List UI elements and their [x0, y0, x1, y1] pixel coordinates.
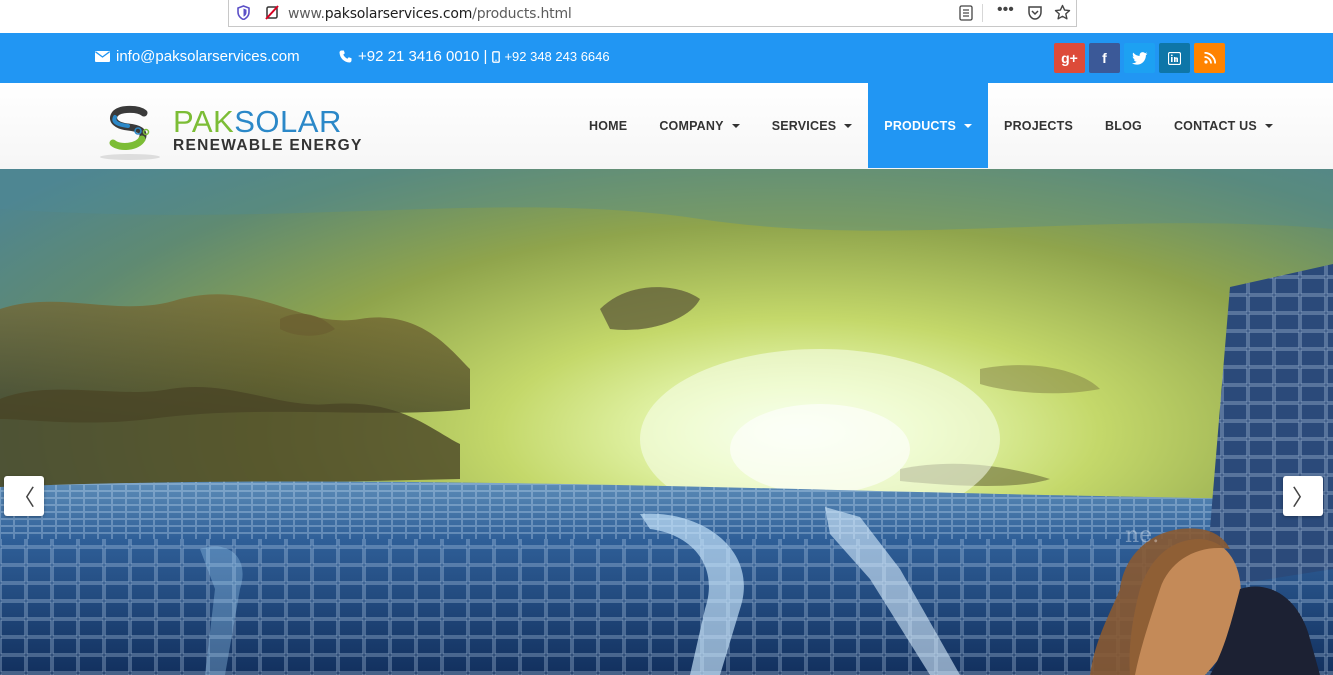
site-header: PAKSOLAR RENEWABLE ENERGY HOME COMPANY S…	[0, 83, 1333, 169]
blocked-permission-icon[interactable]	[264, 4, 280, 21]
twitter-icon[interactable]	[1124, 43, 1155, 73]
nav-services-label: SERVICES	[771, 118, 837, 133]
hero-slider: ne.	[0, 169, 1333, 675]
chevron-right-icon: 〉	[1291, 485, 1314, 510]
main-navigation: HOME COMPANY SERVICES PRODUCTS PROJECTS …	[573, 83, 1289, 168]
caret-down-icon	[964, 123, 973, 128]
nav-contact[interactable]: CONTACT US	[1158, 83, 1289, 168]
phone-icon	[339, 50, 352, 63]
url-prefix: www.	[288, 6, 325, 22]
caret-down-icon	[844, 123, 853, 128]
rss-icon[interactable]	[1194, 43, 1225, 73]
urlbar-divider	[982, 4, 983, 22]
slider-next-button[interactable]: 〉	[1283, 476, 1323, 516]
tracking-protection-shield-icon[interactable]	[237, 5, 250, 20]
slide-caption-fragment: ne.	[1125, 523, 1160, 548]
social-links: g+ f	[1054, 43, 1225, 73]
bookmark-star-icon[interactable]	[1054, 4, 1071, 21]
paksolar-s-logo-icon	[100, 105, 160, 160]
nav-blog[interactable]: BLOG	[1089, 83, 1158, 168]
email-contact[interactable]: info@paksolarservices.com	[95, 48, 300, 65]
mobile-number[interactable]: +92 348 243 6646	[504, 49, 609, 64]
brand-pak: PAK	[173, 104, 235, 139]
google-plus-glyph: g+	[1061, 50, 1078, 66]
nav-company-label: COMPANY	[659, 118, 724, 133]
top-contact-bar: info@paksolarservices.com +92 21 3416 00…	[0, 33, 1333, 83]
address-bar[interactable]: www.paksolarservices.com/products.html •…	[228, 0, 1077, 27]
reader-view-icon[interactable]	[959, 5, 973, 21]
nav-services[interactable]: SERVICES	[756, 83, 869, 168]
brand-solar: SOLAR	[234, 104, 342, 139]
nav-contact-label: CONTACT US	[1173, 118, 1257, 133]
nav-products[interactable]: PRODUCTS	[868, 83, 989, 168]
nav-projects[interactable]: PROJECTS	[988, 83, 1089, 168]
nav-home[interactable]: HOME	[573, 83, 643, 168]
phone-number[interactable]: +92 21 3416 0010 |	[358, 48, 487, 65]
chevron-left-icon: 〈	[12, 485, 35, 510]
rss-glyph	[1203, 52, 1216, 64]
nav-projects-label: PROJECTS	[1004, 118, 1074, 133]
email-address[interactable]: info@paksolarservices.com	[116, 48, 300, 65]
page-actions-menu-icon[interactable]: •••	[997, 1, 1014, 19]
url-text[interactable]: www.paksolarservices.com/products.html	[288, 6, 572, 22]
nav-products-label: PRODUCTS	[884, 118, 957, 133]
twitter-bird-glyph	[1131, 51, 1147, 65]
browser-chrome: www.paksolarservices.com/products.html •…	[0, 0, 1333, 33]
facebook-glyph: f	[1102, 50, 1107, 66]
brand-tagline: RENEWABLE ENERGY	[173, 137, 363, 154]
linkedin-icon[interactable]	[1159, 43, 1190, 73]
google-plus-icon[interactable]: g+	[1054, 43, 1085, 73]
nav-company[interactable]: COMPANY	[643, 83, 755, 168]
caret-down-icon	[1264, 123, 1273, 128]
linkedin-glyph	[1168, 51, 1181, 65]
nav-home-label: HOME	[589, 118, 628, 133]
pocket-icon[interactable]	[1027, 5, 1043, 21]
caret-down-icon	[731, 123, 740, 128]
facebook-icon[interactable]: f	[1089, 43, 1120, 73]
envelope-icon	[95, 51, 110, 62]
phone-contact: +92 21 3416 0010 | +92 348 243 6646	[339, 48, 610, 65]
hero-solar-panels-image	[0, 169, 1333, 675]
slider-prev-button[interactable]: 〈	[4, 476, 44, 516]
url-host: paksolarservices.com	[324, 6, 473, 22]
brand-name[interactable]: PAKSOLAR	[173, 106, 342, 137]
url-path: /products.html	[472, 6, 572, 22]
mobile-icon	[492, 50, 501, 63]
nav-blog-label: BLOG	[1105, 118, 1142, 133]
